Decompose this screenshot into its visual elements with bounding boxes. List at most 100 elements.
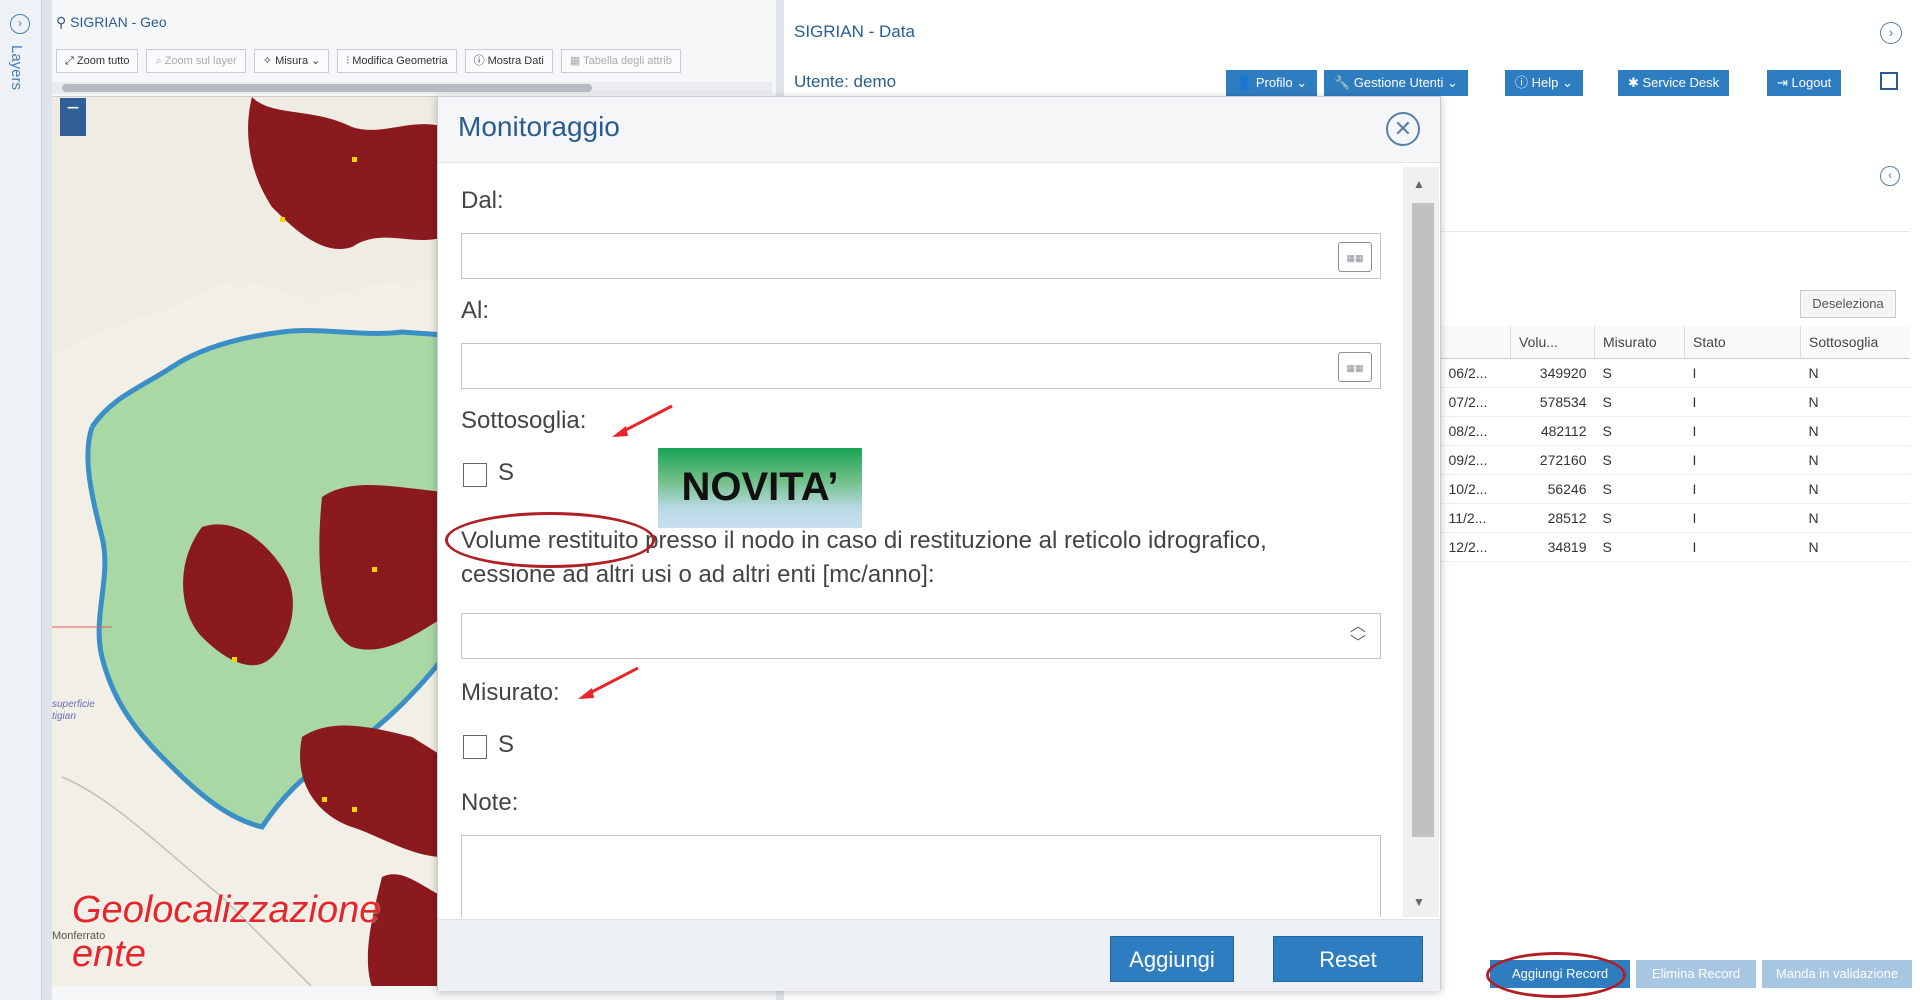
user-label: Utente: demo xyxy=(794,72,897,91)
zoom-layer-button[interactable]: ⌕ Zoom sul layer xyxy=(146,49,246,73)
window-icon[interactable] xyxy=(1880,72,1898,90)
zoom-out-button[interactable]: − xyxy=(60,97,86,119)
dialog-footer: Aggiungi Reset xyxy=(438,919,1440,991)
show-data-button[interactable]: ⓘ Mostra Dati xyxy=(464,49,553,73)
deselect-button[interactable]: Deseleziona xyxy=(1800,290,1896,318)
table-row[interactable]: 08/2... 482112 S I N xyxy=(1440,416,1910,446)
measure-label: Misura xyxy=(275,55,309,67)
column-volume[interactable]: Volu... xyxy=(1510,326,1595,359)
cell-mis: S xyxy=(1594,358,1685,388)
cell-date: 09/2... xyxy=(1440,445,1511,475)
attribute-table-label: Tabella degli attrib xyxy=(583,55,672,67)
map-graphics: superficie tigian Monferrato xyxy=(52,97,444,986)
geo-title-text: SIGRIAN - Geo xyxy=(70,14,167,30)
cell-vol: 34819 xyxy=(1510,532,1595,562)
edit-geometry-button[interactable]: ⫶ Modifica Geometria xyxy=(337,49,457,73)
note-label: Note: xyxy=(461,789,519,816)
collapse-left-icon[interactable]: ‹ xyxy=(1880,166,1900,186)
annotation-arrow-sottosoglia xyxy=(612,404,673,437)
cell-stato: I xyxy=(1684,532,1801,562)
al-date-input[interactable]: ▦▦ xyxy=(461,343,1381,389)
table-row[interactable]: 07/2... 578534 S I N xyxy=(1440,387,1910,417)
misurato-label: Misurato: xyxy=(461,679,560,706)
annotation-arrow-misurato xyxy=(578,666,639,699)
logout-button[interactable]: ⇥ Logout xyxy=(1767,70,1842,96)
help-button[interactable]: ⓘ Help ⌄ xyxy=(1505,70,1583,96)
misurato-option-label: S xyxy=(498,731,515,758)
layers-label[interactable]: Layers xyxy=(8,45,25,90)
cell-mis: S xyxy=(1594,387,1685,417)
cell-stato: I xyxy=(1684,445,1801,475)
calendar-icon[interactable]: ▦▦ xyxy=(1338,242,1372,272)
toolbar-scrollbar[interactable] xyxy=(52,82,772,94)
cell-vol: 56246 xyxy=(1510,474,1595,504)
help-label: Help xyxy=(1531,75,1559,90)
records-grid: Volu... Misurato Stato Sottosoglia 06/2.… xyxy=(1440,326,1910,562)
delete-record-button[interactable]: Elimina Record xyxy=(1636,960,1756,988)
column-stato[interactable]: Stato xyxy=(1684,326,1801,359)
table-row[interactable]: 09/2... 272160 S I N xyxy=(1440,445,1910,475)
dialog-scrollbar[interactable]: ▲ ▼ xyxy=(1403,167,1439,917)
spinner-icon[interactable]: ︿ ﹀ xyxy=(1350,618,1366,652)
dialog-title: Monitoraggio xyxy=(458,111,620,142)
logout-label: Logout xyxy=(1791,75,1832,90)
map-canvas[interactable]: superficie tigian Monferrato xyxy=(52,96,444,986)
table-row[interactable]: 12/2... 34819 S I N xyxy=(1440,532,1910,562)
close-icon[interactable]: ✕ xyxy=(1386,112,1420,146)
misurato-checkbox[interactable] xyxy=(463,735,487,759)
scrollbar-thumb[interactable] xyxy=(1412,203,1434,837)
calendar-icon[interactable]: ▦▦ xyxy=(1338,352,1372,382)
note-textarea[interactable] xyxy=(461,835,1381,917)
annotation-geolocation-line1: Geolocalizzazione xyxy=(72,889,381,931)
cell-mis: S xyxy=(1594,532,1685,562)
cell-stato: I xyxy=(1684,387,1801,417)
cell-mis: S xyxy=(1594,474,1685,504)
cell-date: 12/2... xyxy=(1440,532,1511,562)
layers-panel[interactable]: › Layers xyxy=(0,0,42,1000)
zoom-all-button[interactable]: ⤢ Zoom tutto xyxy=(56,49,139,73)
dialog-header: Monitoraggio ✕ xyxy=(438,97,1440,163)
cell-stato: I xyxy=(1684,416,1801,446)
sottosoglia-checkbox[interactable] xyxy=(463,463,487,487)
cell-vol: 349920 xyxy=(1510,358,1595,388)
cell-vol: 578534 xyxy=(1510,387,1595,417)
collapse-icon[interactable]: › xyxy=(1880,22,1902,44)
dal-date-input[interactable]: ▦▦ xyxy=(461,233,1381,279)
cell-sotto: N xyxy=(1800,387,1910,417)
service-desk-button[interactable]: ✱ Service Desk xyxy=(1618,70,1730,96)
zoom-control[interactable]: − xyxy=(60,97,86,136)
show-data-label: Mostra Dati xyxy=(487,55,544,67)
scrollbar-thumb[interactable] xyxy=(62,84,592,92)
inner-header xyxy=(1440,150,1910,232)
measure-button[interactable]: ✧ Misura ⌄ xyxy=(253,49,330,73)
volume-number-input[interactable]: ︿ ﹀ xyxy=(461,613,1381,659)
cell-vol: 482112 xyxy=(1510,416,1595,446)
cell-sotto: N xyxy=(1800,474,1910,504)
reset-button[interactable]: Reset xyxy=(1273,936,1423,982)
scroll-down-icon[interactable]: ▼ xyxy=(1413,895,1425,909)
attribute-table-button[interactable]: ▦ Tabella degli attrib xyxy=(560,49,681,73)
table-row[interactable]: 11/2... 28512 S I N xyxy=(1440,503,1910,533)
aggiungi-button[interactable]: Aggiungi xyxy=(1110,936,1234,982)
cell-vol: 272160 xyxy=(1510,445,1595,475)
table-row[interactable]: 06/2... 349920 S I N xyxy=(1440,358,1910,388)
table-row[interactable]: 10/2... 56246 S I N xyxy=(1440,474,1910,504)
geo-title: ⚲ SIGRIAN - Geo xyxy=(56,14,167,30)
dal-label: Dal: xyxy=(461,187,504,214)
scroll-up-icon[interactable]: ▲ xyxy=(1413,177,1425,191)
zoom-all-label: Zoom tutto xyxy=(76,55,130,67)
column-sottosoglia[interactable]: Sottosoglia xyxy=(1800,326,1910,359)
sottosoglia-option-label: S xyxy=(498,459,515,486)
send-validation-button[interactable]: Manda in validazione xyxy=(1762,960,1912,988)
panel-splitter[interactable] xyxy=(42,0,52,1000)
column-date[interactable] xyxy=(1440,326,1511,359)
map-label-1: superficie xyxy=(52,699,95,710)
profile-button[interactable]: 👤 Profilo ⌄ xyxy=(1226,70,1318,96)
user-management-label: Gestione Utenti xyxy=(1353,75,1444,90)
novita-badge: NOVITA’ xyxy=(658,448,862,528)
cell-mis: S xyxy=(1594,503,1685,533)
expand-icon[interactable]: › xyxy=(10,14,30,34)
annotation-ellipse-volume xyxy=(445,512,655,568)
column-misurato[interactable]: Misurato xyxy=(1594,326,1685,359)
user-management-button[interactable]: 🔧 Gestione Utenti ⌄ xyxy=(1324,70,1468,96)
